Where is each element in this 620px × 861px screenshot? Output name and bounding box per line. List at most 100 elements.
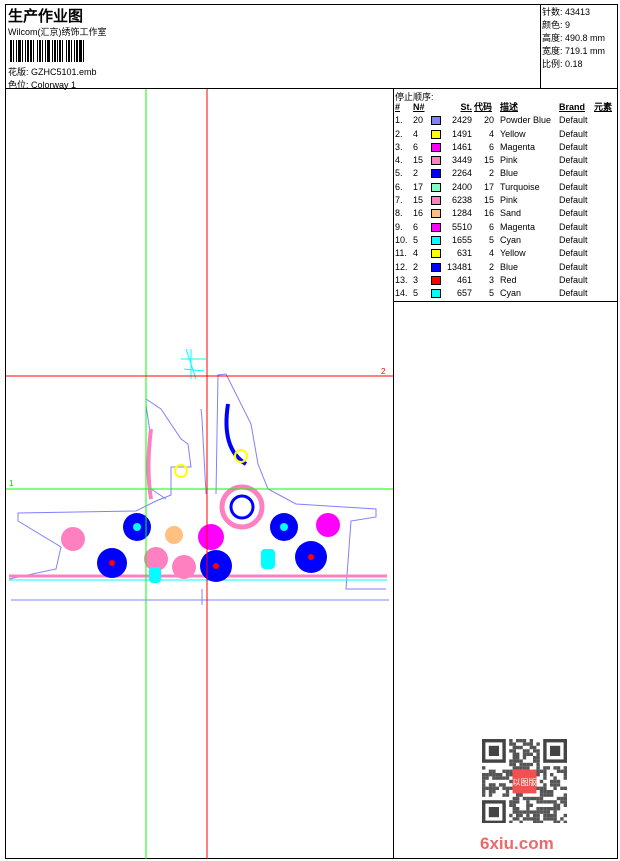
row-description: Red: [500, 274, 517, 285]
pom-center: [213, 563, 219, 569]
table-row[interactable]: 3. 6 1461 6 Magenta Default: [394, 141, 618, 154]
row-needle: 15: [413, 195, 424, 206]
row-index: 12.: [395, 261, 408, 272]
row-brand: Default: [559, 288, 588, 299]
row-needle: 3: [413, 274, 419, 285]
row-stitches: 657: [456, 288, 472, 299]
col-stitches: St.: [460, 102, 472, 112]
table-row[interactable]: 1. 20 2429 20 Powder Blue Default: [394, 114, 618, 127]
row-description: Yellow: [500, 248, 526, 259]
row-brand: Default: [559, 221, 588, 232]
row-description: Sand: [500, 208, 522, 219]
row-index: 11.: [395, 248, 407, 259]
table-row[interactable]: 6. 17 2400 17 Turquoise Default: [394, 181, 618, 194]
row-description: Yellow: [500, 128, 526, 139]
row-code: 5: [488, 234, 494, 245]
row-needle: 4: [413, 248, 419, 259]
stat-label: 高度:: [542, 33, 563, 43]
stop-sequence-table: # N# St. 代码 描述 Brand 元素 1. 20 2429 20 Powder…: [394, 101, 618, 302]
color-swatch: [431, 129, 441, 139]
row-brand: Default: [559, 115, 588, 126]
color-swatch: [431, 196, 441, 206]
design-canvas[interactable]: 1 2: [6, 89, 393, 859]
color-swatch: [431, 222, 441, 232]
row-brand: Default: [559, 274, 588, 285]
row-brand: Default: [559, 261, 588, 272]
stop-sequence-panel: 停止顺序: # N# St. 代码 描述 Brand 元素 1. 20 2429 20…: [393, 89, 618, 859]
blue-spiral: [229, 494, 255, 520]
table-row[interactable]: 7. 15 6238 15 Pink Default: [394, 194, 618, 207]
color-swatch: [431, 169, 441, 179]
embroidery-preview: 1 2: [6, 89, 393, 859]
color-swatch: [431, 262, 441, 272]
stat-width: 宽度: 719.1 mm: [542, 45, 616, 58]
color-swatch: [431, 249, 441, 259]
row-code: 6: [488, 221, 494, 232]
design-value: GZHC5101.emb: [31, 67, 97, 77]
col-code: 代码: [474, 102, 493, 112]
row-brand: Default: [559, 155, 588, 166]
table-row[interactable]: 2. 4 1491 4 Yellow Default: [394, 128, 618, 141]
row-needle: 17: [413, 181, 424, 192]
row-code: 4: [488, 248, 494, 259]
table-row[interactable]: 13. 3 461 3 Red Default: [394, 274, 618, 287]
row-description: Pink: [500, 195, 518, 206]
row-description: Powder Blue: [500, 115, 552, 126]
row-stitches: 2429: [451, 115, 472, 126]
stat-value: 719.1 mm: [565, 46, 606, 56]
row-index: 8.: [395, 208, 403, 219]
row-brand: Default: [559, 168, 588, 179]
row-needle: 6: [413, 221, 419, 232]
stat-value: 490.8 mm: [565, 33, 606, 43]
row-stitches: 1461: [451, 141, 472, 152]
stat-label: 宽度:: [542, 46, 563, 56]
row-code: 2: [488, 261, 494, 272]
guide2-label: 2: [381, 367, 386, 376]
table-row[interactable]: 4. 15 3449 15 Pink Default: [394, 154, 618, 167]
table-row[interactable]: 9. 6 5510 6 Magenta Default: [394, 221, 618, 234]
row-needle: 5: [413, 234, 419, 245]
row-stitches: 1491: [451, 128, 472, 139]
row-description: Cyan: [500, 234, 522, 245]
pom-center: [109, 560, 115, 566]
flower-center: [133, 523, 141, 531]
row-code: 6: [488, 141, 494, 152]
table-row[interactable]: 5. 2 2264 2 Blue Default: [394, 167, 618, 180]
table-row[interactable]: 11. 4 631 4 Yellow Default: [394, 247, 618, 260]
table-header: # N# St. 代码 描述 Brand 元素: [394, 101, 618, 114]
row-code: 2: [488, 168, 494, 179]
table-row[interactable]: 14. 5 657 5 Cyan Default: [394, 287, 618, 300]
table-row[interactable]: 10. 5 1655 5 Cyan Default: [394, 234, 618, 247]
row-brand: Default: [559, 181, 588, 192]
col-brand: Brand: [559, 102, 586, 112]
row-description: Magenta: [500, 141, 536, 152]
design-label: 花版:: [8, 67, 29, 77]
color-swatch: [431, 289, 441, 299]
row-index: 14.: [395, 288, 408, 299]
row-description: Magenta: [500, 221, 536, 232]
row-brand: Default: [559, 208, 588, 219]
row-code: 20: [483, 115, 494, 126]
row-stitches: 2400: [451, 181, 472, 192]
row-needle: 5: [413, 288, 419, 299]
row-description: Blue: [500, 168, 519, 179]
page-title: 生产作业图: [8, 8, 84, 25]
stat-height: 高度: 490.8 mm: [542, 32, 616, 45]
table-row[interactable]: 8. 16 1284 16 Sand Default: [394, 207, 618, 220]
row-stitches: 2264: [451, 168, 472, 179]
row-code: 17: [483, 181, 494, 192]
row-brand: Default: [559, 128, 588, 139]
color-swatch: [431, 275, 441, 285]
row-code: 15: [483, 155, 494, 166]
row-brand: Default: [559, 141, 588, 152]
header: 生产作业图 Wilcom(汇京)绣饰工作室 花版: GZHC5101.emb 色…: [6, 5, 617, 90]
row-index: 6.: [395, 181, 403, 192]
row-stitches: 3449: [451, 155, 472, 166]
watermark: 6xiu.com: [480, 834, 554, 853]
flower-center: [280, 523, 288, 531]
table-row[interactable]: 12. 2 13481 2 Blue Default: [394, 261, 618, 274]
row-needle: 20: [413, 115, 424, 126]
row-stitches: 1284: [451, 208, 472, 219]
row-needle: 2: [413, 168, 419, 179]
row-index: 7.: [395, 195, 403, 206]
